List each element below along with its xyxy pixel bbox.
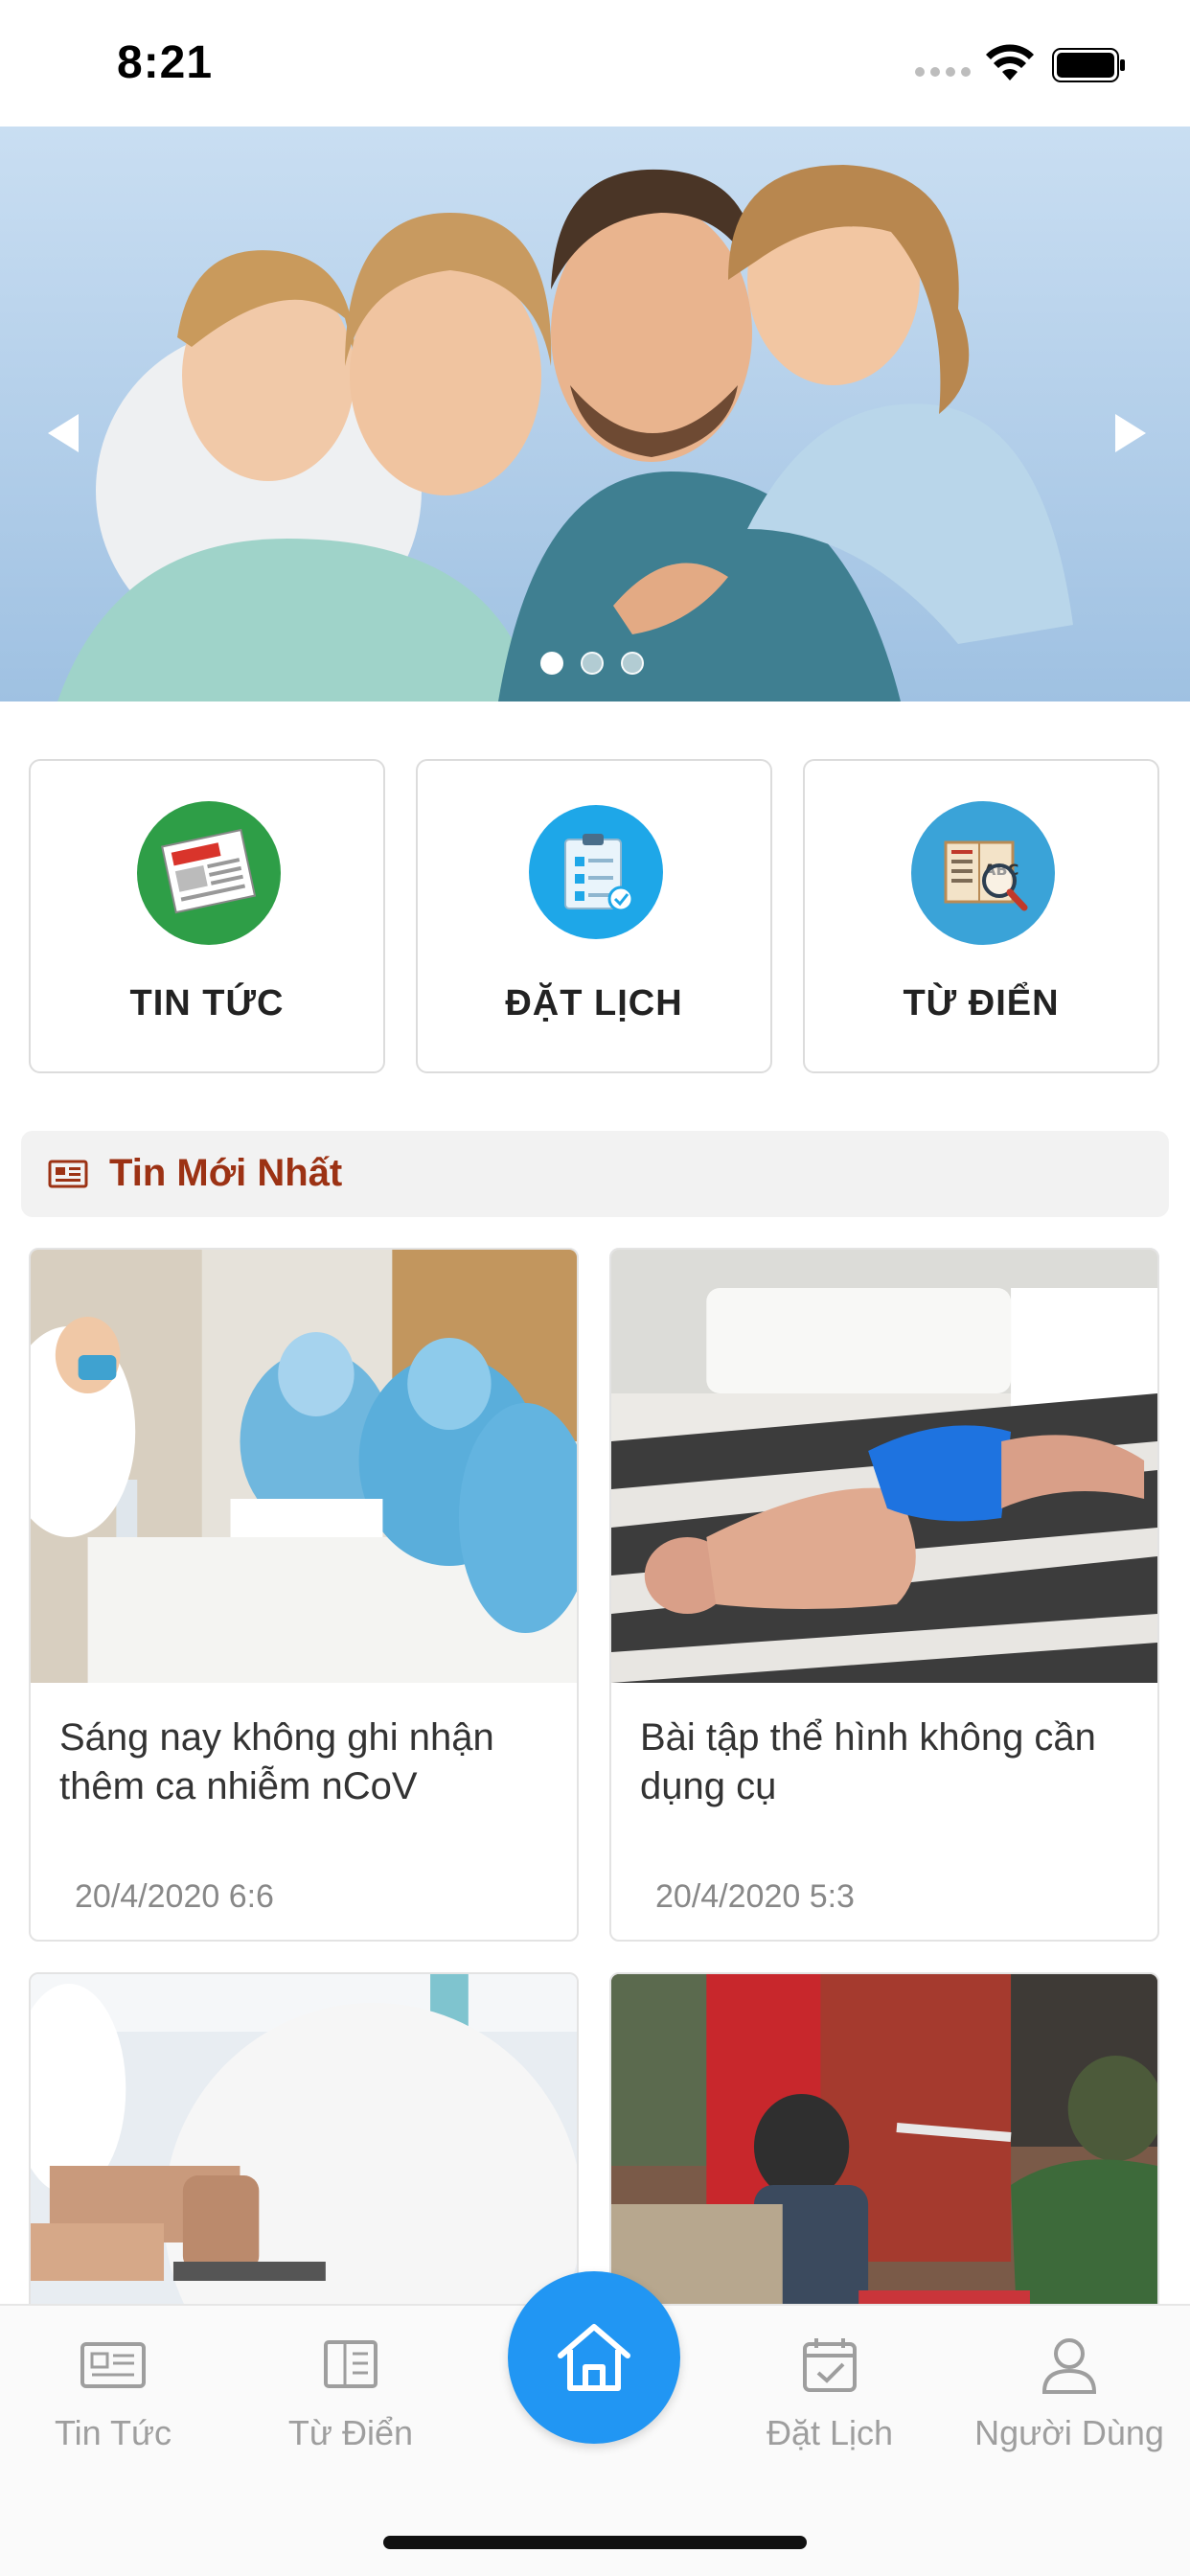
news-card[interactable] (29, 1972, 579, 2356)
news-card[interactable]: Bài tập thể hình không cần dụng cụ 20/4/… (609, 1248, 1159, 1942)
banner-dot[interactable] (581, 652, 604, 675)
quick-menu-booking[interactable]: ĐẶT LỊCH (416, 759, 772, 1073)
banner-carousel[interactable] (0, 126, 1190, 702)
quick-menu-label: ĐẶT LỊCH (505, 983, 683, 1024)
news-thumbnail (31, 1974, 577, 2354)
status-time: 8:21 (117, 37, 214, 88)
newspaper-icon (137, 801, 281, 945)
family-photo (0, 126, 1190, 702)
news-card[interactable] (609, 1972, 1159, 2356)
news-date: 20/4/2020 6:6 (75, 1878, 274, 1915)
news-card[interactable]: Sáng nay không ghi nhận thêm ca nhiễm nC… (29, 1248, 579, 1942)
banner-dot[interactable] (621, 652, 644, 675)
banner-pagination[interactable] (540, 652, 644, 675)
status-bar: 8:21 (0, 0, 1190, 126)
banner-dot[interactable] (540, 652, 563, 675)
quick-menu-label: TIN TỨC (129, 983, 285, 1024)
news-thumbnail (611, 1974, 1157, 2354)
book-icon (324, 2340, 378, 2388)
tab-label: Người Dùng (974, 2413, 1164, 2452)
tab-booking[interactable]: Đặt Lịch (724, 2334, 935, 2459)
tab-dictionary[interactable]: Từ Điển (245, 2334, 456, 2459)
home-icon (558, 2324, 630, 2391)
battery-icon (1052, 48, 1125, 82)
quick-menu-dictionary[interactable]: ABC TỪ ĐIỂN (803, 759, 1159, 1073)
home-indicator (383, 2536, 807, 2549)
dictionary-icon: ABC (911, 801, 1055, 945)
tab-label: Đặt Lịch (766, 2413, 894, 2452)
latest-news-header: Tin Mới Nhất (21, 1131, 1169, 1217)
quick-menu-news[interactable]: TIN TỨC (29, 759, 385, 1073)
news-title: Bài tập thể hình không cần dụng cụ (640, 1716, 1096, 1807)
tab-label: Từ Điển (287, 2413, 414, 2452)
news-title: Sáng nay không ghi nhận thêm ca nhiễm nC… (59, 1716, 494, 1807)
banner-next-arrow-icon[interactable] (1100, 404, 1157, 462)
cellular-signal-icon (915, 67, 971, 77)
wifi-icon (986, 44, 1034, 80)
clipboard-icon (529, 805, 663, 939)
banner-prev-arrow-icon[interactable] (36, 404, 94, 462)
tab-label: Tin Tức (54, 2413, 172, 2452)
news-thumbnail (31, 1250, 577, 1683)
section-title: Tin Mới Nhất (109, 1152, 343, 1194)
news-list-icon (48, 1160, 88, 1188)
news-thumbnail (611, 1250, 1157, 1683)
tab-news[interactable]: Tin Tức (8, 2334, 218, 2459)
home-button[interactable] (508, 2271, 680, 2444)
newspaper-icon (80, 2342, 146, 2388)
quick-menu: TIN TỨC ĐẶT LỊCH TỪ ĐIỂN (29, 759, 1161, 1073)
news-date: 20/4/2020 5:3 (655, 1878, 855, 1915)
calendar-check-icon (803, 2338, 857, 2392)
user-icon (1041, 2338, 1097, 2394)
tab-user[interactable]: Người Dùng (964, 2334, 1175, 2459)
quick-menu-label: TỪ ĐIỂN (903, 983, 1060, 1024)
